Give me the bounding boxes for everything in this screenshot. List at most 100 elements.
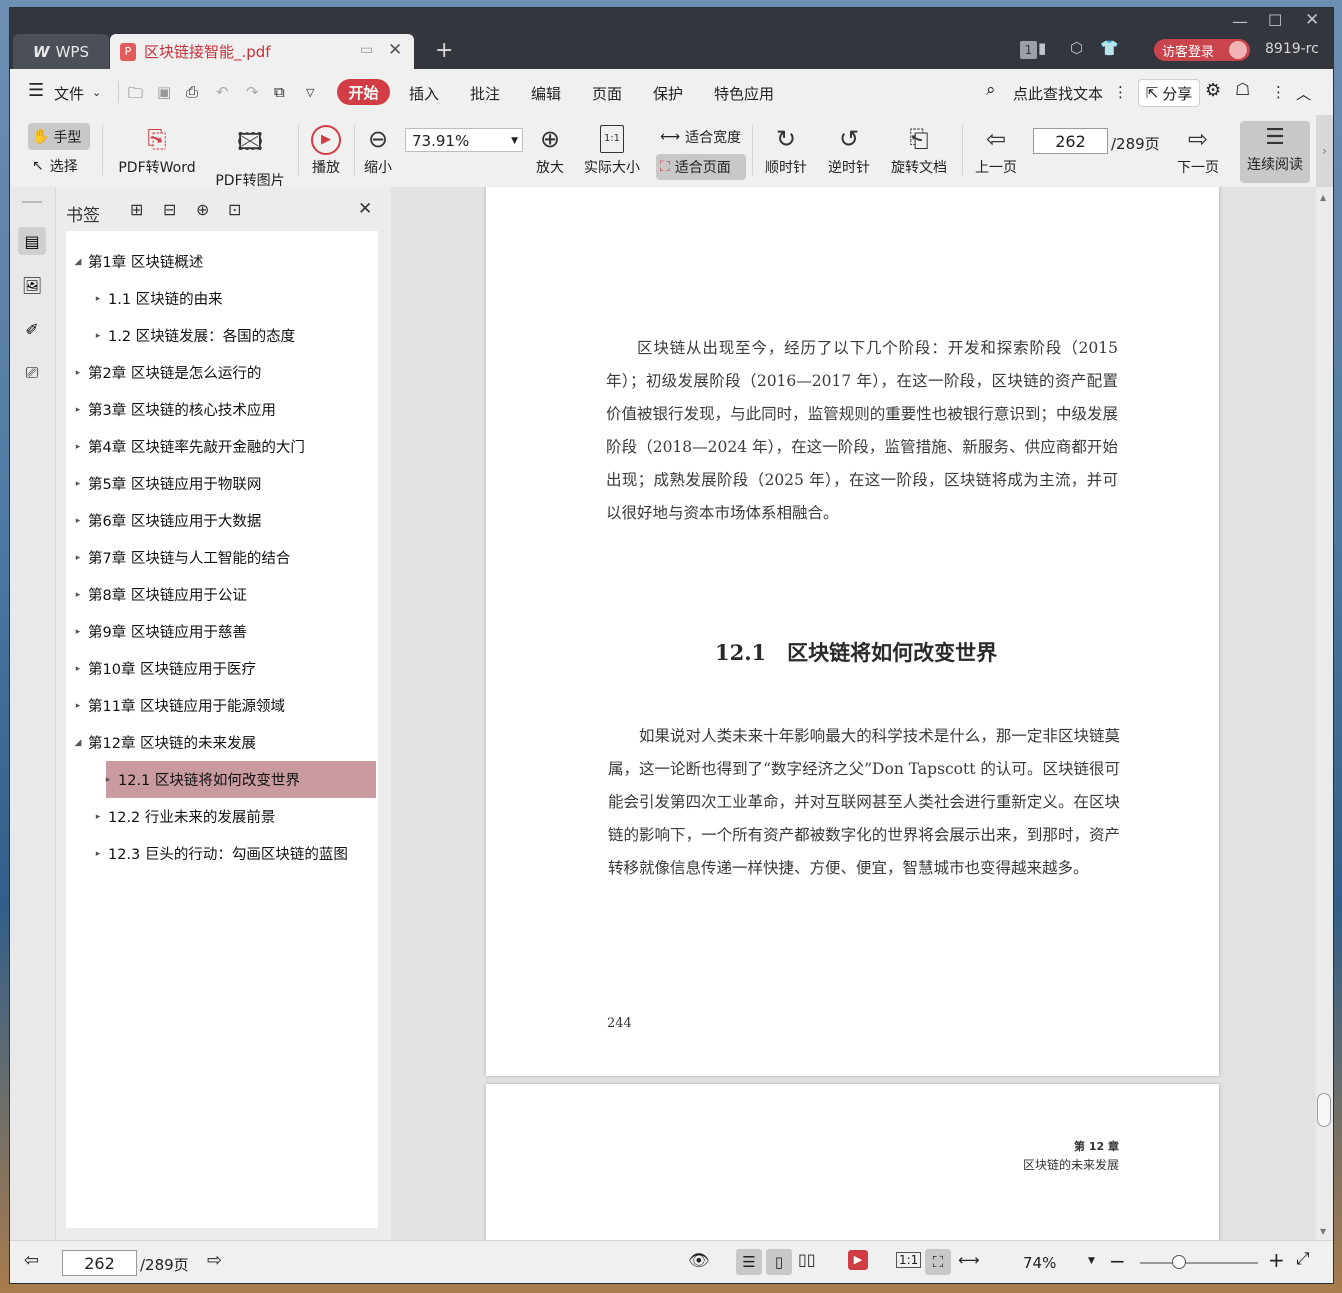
- bookmark-chapter[interactable]: ◢ 第12章 区块链的未来发展: [66, 724, 376, 761]
- sync-icon[interactable]: ⬡: [1070, 39, 1083, 57]
- status-zoom-out-icon[interactable]: −: [1109, 1249, 1126, 1273]
- collapse-ribbon-icon[interactable]: ︿: [1296, 83, 1311, 104]
- scroll-up-icon[interactable]: ▲: [1320, 193, 1326, 202]
- search-icon[interactable]: ⌕: [986, 80, 996, 100]
- next-page-button[interactable]: ⇨ 下一页: [1170, 125, 1226, 177]
- bookmark-chapter[interactable]: ◢ 第1章 区块链概述: [66, 243, 376, 280]
- collapsed-arrow-icon[interactable]: ▸: [68, 701, 88, 711]
- hamburger-icon[interactable]: ☰: [28, 80, 44, 101]
- continuous-reading-button[interactable]: ☰ 连续阅读: [1240, 121, 1310, 183]
- chevron-down-icon[interactable]: ⌄: [92, 86, 101, 99]
- bookmark-section[interactable]: ▸ 12.1 区块链将如何改变世界: [106, 761, 376, 798]
- login-button[interactable]: 访客登录: [1154, 39, 1250, 61]
- single-page-view-icon[interactable]: ▯: [766, 1249, 792, 1275]
- search-more-icon[interactable]: ⋮: [1113, 83, 1128, 101]
- vertical-scrollbar[interactable]: ▲ ▼: [1316, 187, 1333, 1240]
- prev-page-button[interactable]: ⇦ 上一页: [968, 125, 1024, 177]
- fit-width-status-icon[interactable]: ⟷: [958, 1251, 980, 1269]
- expand-all-icon[interactable]: ⊞: [130, 200, 143, 219]
- pdf-to-word-button[interactable]: ⎘ PDF转Word: [112, 125, 202, 177]
- collapsed-arrow-icon[interactable]: ▸: [88, 812, 108, 822]
- minimize-icon[interactable]: —: [1232, 12, 1248, 31]
- pdf-to-image-button[interactable]: 🖾 PDF转图片: [210, 125, 290, 190]
- collapsed-arrow-icon[interactable]: ▸: [88, 294, 108, 304]
- search-text-button[interactable]: 点此查找文本: [1013, 83, 1103, 104]
- fit-page-button[interactable]: ⛶ 适合页面: [656, 154, 746, 180]
- image-extract-icon[interactable]: ⎚: [18, 359, 46, 387]
- tab-page[interactable]: 页面: [592, 83, 622, 104]
- window-count-badge[interactable]: 1: [1020, 41, 1037, 59]
- rotate-document-button[interactable]: ⎗ 旋转文档: [884, 125, 954, 177]
- bookmark-chapter[interactable]: ▸ 第2章 区块链是怎么运行的: [66, 354, 376, 391]
- zoom-dropdown-icon[interactable]: ▼: [1088, 1256, 1095, 1266]
- maximize-icon[interactable]: ☐: [1268, 11, 1282, 30]
- page-number-input[interactable]: 262: [1033, 128, 1108, 154]
- tab-edit[interactable]: 编辑: [531, 83, 561, 104]
- two-page-view-icon[interactable]: ▯▯: [798, 1250, 816, 1269]
- continuous-view-icon[interactable]: ☰: [736, 1249, 762, 1275]
- collapsed-arrow-icon[interactable]: ▸: [68, 405, 88, 415]
- scroll-down-icon[interactable]: ▼: [1320, 1227, 1326, 1236]
- play-slideshow-icon[interactable]: ▶: [848, 1250, 868, 1270]
- fullscreen-icon[interactable]: ⤢: [1296, 1249, 1310, 1269]
- status-prev-page-icon[interactable]: ⇦: [24, 1250, 39, 1271]
- more-icon[interactable]: ⋮: [1271, 83, 1286, 101]
- annotation-panel-icon[interactable]: ✐: [18, 315, 46, 343]
- fit-width-button[interactable]: ⟷ 适合宽度: [656, 124, 746, 150]
- bookmark-chapter[interactable]: ▸ 第3章 区块链的核心技术应用: [66, 391, 376, 428]
- rotate-clockwise-button[interactable]: ↻ 顺时针: [758, 125, 814, 177]
- status-zoom-value[interactable]: 74%: [1023, 1254, 1056, 1272]
- collapsed-arrow-icon[interactable]: ▸: [68, 516, 88, 526]
- collapsed-arrow-icon[interactable]: ▸: [68, 664, 88, 674]
- actual-size-status-icon[interactable]: 1:1: [896, 1252, 922, 1268]
- undo-icon[interactable]: ↶: [216, 83, 229, 101]
- tab-wps[interactable]: W WPS: [13, 34, 109, 69]
- window-layout-icon[interactable]: ▮: [1038, 39, 1046, 57]
- tab-annotate[interactable]: 批注: [470, 83, 500, 104]
- bookmark-chapter[interactable]: ▸ 第10章 区块链应用于医疗: [66, 650, 376, 687]
- bookmark-section[interactable]: ▸ 1.2 区块链发展：各国的态度: [66, 317, 376, 354]
- status-zoom-in-icon[interactable]: +: [1268, 1248, 1285, 1272]
- collapsed-arrow-icon[interactable]: ▸: [68, 627, 88, 637]
- zoom-select[interactable]: 73.91% ▼: [405, 128, 523, 152]
- expanded-arrow-icon[interactable]: ◢: [68, 738, 88, 748]
- expanded-arrow-icon[interactable]: ◢: [68, 257, 88, 267]
- bookmark-chapter[interactable]: ▸ 第4章 区块链率先敲开金融的大门: [66, 428, 376, 465]
- settings-icon[interactable]: ⚙: [1205, 80, 1221, 101]
- print-icon[interactable]: ⎙: [186, 83, 198, 101]
- collapsed-arrow-icon[interactable]: ▸: [88, 849, 108, 859]
- collapsed-arrow-icon[interactable]: ▸: [88, 331, 108, 341]
- bookmark-chapter[interactable]: ▸ 第5章 区块链应用于物联网: [66, 465, 376, 502]
- tab-insert[interactable]: 插入: [409, 83, 439, 104]
- tab-special[interactable]: 特色应用: [714, 83, 774, 104]
- skin-icon[interactable]: 👕: [1100, 39, 1119, 57]
- rotate-counterclockwise-button[interactable]: ↺ 逆时针: [821, 125, 877, 177]
- collapse-all-icon[interactable]: ⊟: [163, 200, 176, 219]
- collapsed-arrow-icon[interactable]: ▸: [98, 775, 118, 785]
- play-button[interactable]: ▶ 播放: [306, 125, 346, 177]
- eye-protect-icon[interactable]: 👁: [688, 1251, 710, 1271]
- tab-protect[interactable]: 保护: [653, 83, 683, 104]
- collapsed-arrow-icon[interactable]: ▸: [68, 479, 88, 489]
- collapsed-arrow-icon[interactable]: ▸: [68, 553, 88, 563]
- save-icon[interactable]: ▣: [157, 83, 171, 101]
- ribbon-scroll-right[interactable]: ›: [1316, 115, 1333, 187]
- export-image-icon[interactable]: ⧉: [274, 83, 285, 101]
- new-tab-icon[interactable]: +: [435, 38, 453, 63]
- redo-icon[interactable]: ↷: [246, 83, 259, 101]
- status-next-page-icon[interactable]: ⇨: [207, 1250, 222, 1271]
- bookmark-chapter[interactable]: ▸ 第9章 区块链应用于慈善: [66, 613, 376, 650]
- zoom-in-button[interactable]: ⊕ 放大: [530, 125, 570, 177]
- add-bookmark-icon[interactable]: ⊕: [196, 200, 209, 219]
- collapsed-arrow-icon[interactable]: ▸: [68, 442, 88, 452]
- open-folder-icon[interactable]: 🗀: [128, 83, 143, 108]
- bookmark-chapter[interactable]: ▸ 第7章 区块链与人工智能的结合: [66, 539, 376, 576]
- thumbnail-panel-icon[interactable]: 🖼: [18, 271, 46, 299]
- zoom-out-button[interactable]: ⊖ 缩小: [358, 125, 398, 177]
- bookmark-section[interactable]: ▸ 12.2 行业未来的发展前景: [66, 798, 376, 835]
- share-button[interactable]: ⇱ 分享: [1138, 79, 1200, 107]
- close-window-icon[interactable]: ✕: [1305, 10, 1319, 30]
- bookmark-panel-icon[interactable]: ▤: [18, 227, 46, 255]
- bookmark-chapter[interactable]: ▸ 第11章 区块链应用于能源领域: [66, 687, 376, 724]
- actual-size-button[interactable]: 1:1 实际大小: [580, 125, 644, 177]
